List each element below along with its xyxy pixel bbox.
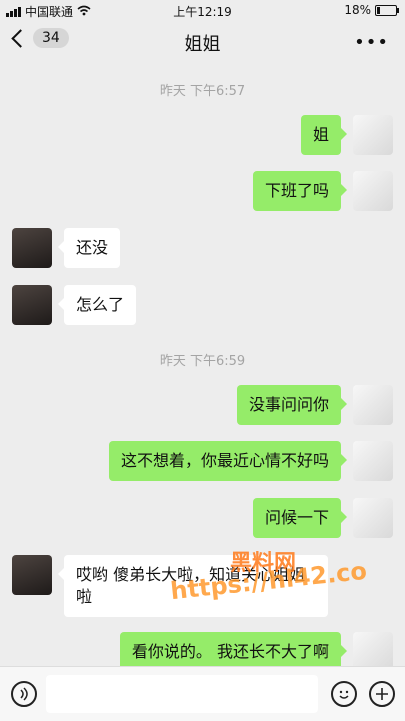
message-timestamp: 昨天 下午6:57	[159, 84, 246, 99]
incoming-message[interactable]: 怎么了	[57, 285, 137, 325]
contact-avatar[interactable]	[12, 555, 52, 595]
message-timestamp: 昨天 下午6:59	[159, 354, 246, 369]
my-avatar[interactable]	[353, 385, 393, 425]
my-avatar[interactable]	[353, 171, 393, 211]
battery-level-fill	[377, 6, 380, 14]
emoji-icon[interactable]	[331, 681, 357, 707]
incoming-message[interactable]: 还没	[57, 228, 121, 268]
outgoing-message[interactable]: 没事问问你	[236, 385, 348, 425]
more-options-button[interactable]: •••	[354, 32, 389, 53]
battery-icon	[375, 4, 399, 16]
chat-title: 姐姐	[184, 34, 221, 55]
contact-avatar[interactable]	[12, 228, 52, 268]
outgoing-message[interactable]: 下班了吗	[252, 171, 348, 211]
message-input[interactable]	[46, 675, 318, 713]
my-avatar[interactable]	[353, 498, 393, 538]
battery-percent: 18%	[344, 3, 371, 17]
contact-avatar[interactable]	[12, 285, 52, 325]
my-avatar[interactable]	[353, 441, 393, 481]
plus-icon[interactable]	[369, 681, 395, 707]
outgoing-message[interactable]: 这不想着，你最近心情不好吗	[108, 441, 348, 481]
outgoing-message[interactable]: 问候一下	[252, 498, 348, 538]
chat-header: 34 姐姐 •••	[0, 22, 405, 62]
incoming-message[interactable]: 哎哟 傻弟长大啦，知道关心姐姐啦	[58, 555, 328, 617]
my-avatar[interactable]	[353, 115, 393, 155]
voice-icon[interactable]	[11, 681, 37, 707]
message-input-bar	[0, 666, 405, 721]
outgoing-message[interactable]: 姐	[300, 115, 348, 155]
status-bar: 中国联通 上午12:19 18%	[0, 0, 405, 22]
